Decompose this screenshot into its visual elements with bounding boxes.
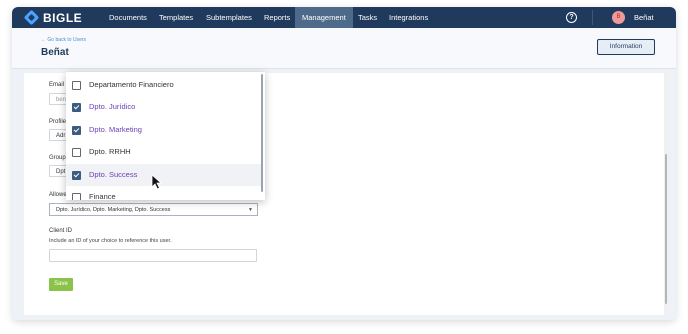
checkbox-checked[interactable]: [72, 171, 81, 180]
option-label: Finance: [89, 192, 116, 200]
dropdown-option-departamento-financiero[interactable]: Departamento Financiero: [66, 74, 261, 96]
dropdown-option-dpto-juridico[interactable]: Dpto. Jurídico: [66, 96, 261, 118]
help-icon[interactable]: ?: [566, 12, 577, 23]
nav-item-templates[interactable]: Templates: [153, 7, 199, 28]
group-label: Group: [49, 155, 66, 161]
client-id-help: Include an ID of your choice to referenc…: [49, 238, 172, 244]
option-label: Departamento Financiero: [89, 80, 174, 89]
information-button[interactable]: Information: [597, 39, 655, 55]
checkbox-checked[interactable]: [72, 103, 81, 112]
allowed-groups-select[interactable]: Dpto. Jurídico, Dpto. Marketing, Dpto. S…: [49, 203, 258, 216]
back-to-users-link[interactable]: ← Go back to Users: [41, 37, 86, 43]
dropdown-scrollbar[interactable]: [261, 74, 263, 192]
client-id-field[interactable]: [49, 249, 257, 262]
user-name[interactable]: Beñat: [634, 7, 654, 28]
dropdown-option-dpto-rrhh[interactable]: Dpto. RRHH: [66, 141, 261, 163]
nav-divider: [592, 10, 593, 25]
checkbox-checked[interactable]: [72, 126, 81, 135]
allowed-groups-dropdown: Departamento Financiero Dpto. Jurídico D…: [66, 72, 265, 200]
option-label: Dpto. Jurídico: [89, 102, 136, 111]
allowed-groups-value: Dpto. Jurídico, Dpto. Marketing, Dpto. S…: [56, 207, 171, 213]
profile-label: Profile: [49, 119, 67, 125]
logo[interactable]: BIGLE: [23, 9, 83, 26]
save-button[interactable]: Save: [49, 278, 73, 291]
checkbox[interactable]: [72, 148, 81, 157]
page-header: ← Go back to Users Beñat Information: [12, 28, 676, 69]
avatar[interactable]: B: [612, 11, 625, 24]
chevron-down-icon: ▼: [248, 207, 253, 213]
option-label: Dpto. RRHH: [89, 147, 131, 156]
dropdown-option-dpto-success[interactable]: Dpto. Success: [66, 164, 261, 186]
nav-item-tasks[interactable]: Tasks: [352, 7, 383, 28]
nav-item-management[interactable]: Management: [295, 7, 353, 28]
nav-item-documents[interactable]: Documents: [103, 7, 153, 28]
dropdown-option-finance[interactable]: Finance: [66, 186, 261, 200]
logo-text: BIGLE: [43, 10, 83, 25]
nav-item-subtemplates[interactable]: Subtemplates: [200, 7, 258, 28]
client-id-label: Client ID: [49, 228, 73, 234]
top-navbar: BIGLE Documents Templates Subtemplates R…: [12, 7, 676, 28]
dropdown-option-dpto-marketing[interactable]: Dpto. Marketing: [66, 119, 261, 141]
checkbox[interactable]: [72, 193, 81, 200]
option-label: Dpto. Success: [89, 170, 138, 179]
logo-icon: [23, 9, 40, 26]
page-title: Beñat: [41, 47, 69, 58]
email-label: Email: [49, 82, 65, 88]
nav-item-integrations[interactable]: Integrations: [383, 7, 434, 28]
mouse-cursor-icon: [151, 174, 163, 190]
option-label: Dpto. Marketing: [89, 125, 142, 134]
checkbox[interactable]: [72, 81, 81, 90]
page-scrollbar-thumb[interactable]: [665, 154, 667, 304]
nav-item-reports[interactable]: Reports: [258, 7, 296, 28]
